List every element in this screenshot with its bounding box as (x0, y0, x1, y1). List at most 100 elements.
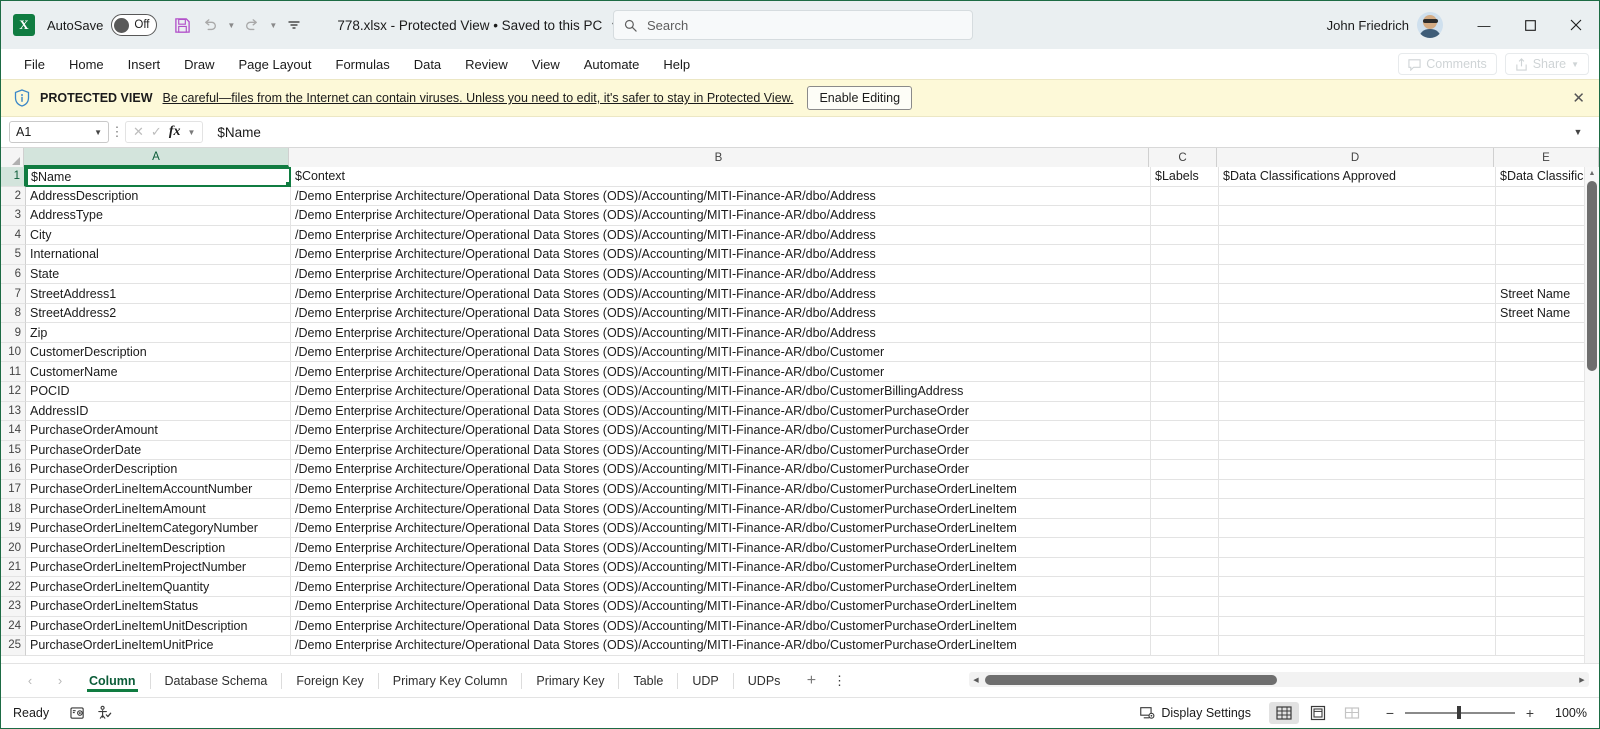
horizontal-scrollbar[interactable]: ◀ ▶ (969, 672, 1589, 687)
cell-B11[interactable]: /Demo Enterprise Architecture/Operationa… (291, 362, 1151, 382)
name-box[interactable]: A1 ▼ (9, 121, 109, 143)
normal-view-button[interactable] (1269, 702, 1299, 724)
horizontal-scroll-thumb[interactable] (985, 675, 1277, 685)
share-chevron-down-icon[interactable]: ▼ (1571, 60, 1579, 69)
protected-view-close-icon[interactable]: ✕ (1572, 89, 1585, 107)
autosave-toggle[interactable]: Off (111, 14, 157, 36)
cell-C8[interactable] (1151, 304, 1219, 324)
sheet-tab-udp[interactable]: UDP (678, 668, 732, 694)
cell-C16[interactable] (1151, 460, 1219, 480)
display-settings-button[interactable]: Display Settings (1140, 706, 1251, 721)
cell-C2[interactable] (1151, 187, 1219, 207)
cell-C23[interactable] (1151, 597, 1219, 617)
cell-A1[interactable]: $Name (26, 167, 291, 187)
vertical-scroll-thumb[interactable] (1587, 181, 1597, 371)
column-header-e[interactable]: E (1494, 148, 1599, 167)
insert-function-icon[interactable]: fx (169, 124, 181, 140)
cell-D15[interactable] (1219, 441, 1496, 461)
avatar[interactable] (1417, 12, 1443, 38)
cell-C7[interactable] (1151, 284, 1219, 304)
cell-D1[interactable]: $Data Classifications Approved (1219, 167, 1496, 187)
cell-D2[interactable] (1219, 187, 1496, 207)
add-sheet-button[interactable]: + (794, 672, 828, 690)
cell-D7[interactable] (1219, 284, 1496, 304)
redo-dropdown-icon[interactable]: ▼ (267, 12, 279, 38)
cell-B5[interactable]: /Demo Enterprise Architecture/Operationa… (291, 245, 1151, 265)
cell-C6[interactable] (1151, 265, 1219, 285)
close-button[interactable] (1553, 1, 1599, 49)
comments-button[interactable]: Comments (1398, 53, 1496, 75)
accessibility-checker-icon[interactable] (91, 705, 117, 721)
customize-toolbar-icon[interactable] (281, 12, 307, 38)
cell-C4[interactable] (1151, 226, 1219, 246)
cell-B6[interactable]: /Demo Enterprise Architecture/Operationa… (291, 265, 1151, 285)
cell-A11[interactable]: CustomerName (26, 362, 291, 382)
row-header-15[interactable]: 15 (1, 441, 26, 461)
page-break-preview-button[interactable] (1337, 702, 1367, 724)
row-header-14[interactable]: 14 (1, 421, 26, 441)
page-layout-view-button[interactable] (1303, 702, 1333, 724)
next-sheet-icon[interactable]: › (45, 673, 75, 688)
row-header-6[interactable]: 6 (1, 265, 26, 285)
ribbon-tab-home[interactable]: Home (58, 53, 115, 76)
search-box[interactable]: Search (613, 10, 973, 40)
cell-B19[interactable]: /Demo Enterprise Architecture/Operationa… (291, 519, 1151, 539)
cell-C25[interactable] (1151, 636, 1219, 656)
cell-D25[interactable] (1219, 636, 1496, 656)
ribbon-tab-formulas[interactable]: Formulas (325, 53, 401, 76)
cell-C15[interactable] (1151, 441, 1219, 461)
cell-C13[interactable] (1151, 402, 1219, 422)
cell-A24[interactable]: PurchaseOrderLineItemUnitDescription (26, 617, 291, 637)
column-header-a[interactable]: A (24, 148, 289, 167)
cell-D21[interactable] (1219, 558, 1496, 578)
cell-B15[interactable]: /Demo Enterprise Architecture/Operationa… (291, 441, 1151, 461)
enter-formula-icon[interactable]: ✓ (151, 124, 162, 140)
cell-B2[interactable]: /Demo Enterprise Architecture/Operationa… (291, 187, 1151, 207)
cell-C18[interactable] (1151, 499, 1219, 519)
cell-A3[interactable]: AddressType (26, 206, 291, 226)
row-header-10[interactable]: 10 (1, 343, 26, 363)
accessibility-icon[interactable] (65, 706, 91, 721)
cell-B13[interactable]: /Demo Enterprise Architecture/Operationa… (291, 402, 1151, 422)
expand-formula-bar-icon[interactable]: ▼ (1565, 127, 1591, 137)
cell-D23[interactable] (1219, 597, 1496, 617)
cell-B22[interactable]: /Demo Enterprise Architecture/Operationa… (291, 577, 1151, 597)
ribbon-tab-draw[interactable]: Draw (173, 53, 225, 76)
select-all-corner[interactable] (1, 148, 24, 167)
row-header-16[interactable]: 16 (1, 460, 26, 480)
cell-B25[interactable]: /Demo Enterprise Architecture/Operationa… (291, 636, 1151, 656)
cell-B18[interactable]: /Demo Enterprise Architecture/Operationa… (291, 499, 1151, 519)
cell-D16[interactable] (1219, 460, 1496, 480)
cancel-formula-icon[interactable]: ✕ (133, 124, 144, 140)
maximize-button[interactable] (1507, 1, 1553, 49)
cell-B4[interactable]: /Demo Enterprise Architecture/Operationa… (291, 226, 1151, 246)
undo-icon[interactable] (197, 12, 223, 38)
cell-A25[interactable]: PurchaseOrderLineItemUnitPrice (26, 636, 291, 656)
cell-A22[interactable]: PurchaseOrderLineItemQuantity (26, 577, 291, 597)
cell-C21[interactable] (1151, 558, 1219, 578)
row-header-25[interactable]: 25 (1, 636, 26, 656)
cell-A8[interactable]: StreetAddress2 (26, 304, 291, 324)
cell-A23[interactable]: PurchaseOrderLineItemStatus (26, 597, 291, 617)
cell-A10[interactable]: CustomerDescription (26, 343, 291, 363)
cell-C5[interactable] (1151, 245, 1219, 265)
formula-chevron-down-icon[interactable]: ▼ (187, 128, 195, 137)
cell-A4[interactable]: City (26, 226, 291, 246)
cell-A20[interactable]: PurchaseOrderLineItemDescription (26, 538, 291, 558)
cell-C14[interactable] (1151, 421, 1219, 441)
zoom-slider-thumb[interactable] (1457, 706, 1461, 719)
row-header-21[interactable]: 21 (1, 558, 26, 578)
cell-A21[interactable]: PurchaseOrderLineItemProjectNumber (26, 558, 291, 578)
zoom-out-button[interactable]: − (1383, 705, 1397, 721)
cell-C22[interactable] (1151, 577, 1219, 597)
ribbon-tab-file[interactable]: File (13, 53, 56, 76)
sheet-tab-column[interactable]: Column (75, 668, 150, 694)
cell-B12[interactable]: /Demo Enterprise Architecture/Operationa… (291, 382, 1151, 402)
cell-C9[interactable] (1151, 323, 1219, 343)
cell-D4[interactable] (1219, 226, 1496, 246)
cell-A19[interactable]: PurchaseOrderLineItemCategoryNumber (26, 519, 291, 539)
cell-A5[interactable]: International (26, 245, 291, 265)
cell-C24[interactable] (1151, 617, 1219, 637)
cell-D13[interactable] (1219, 402, 1496, 422)
cell-A7[interactable]: StreetAddress1 (26, 284, 291, 304)
